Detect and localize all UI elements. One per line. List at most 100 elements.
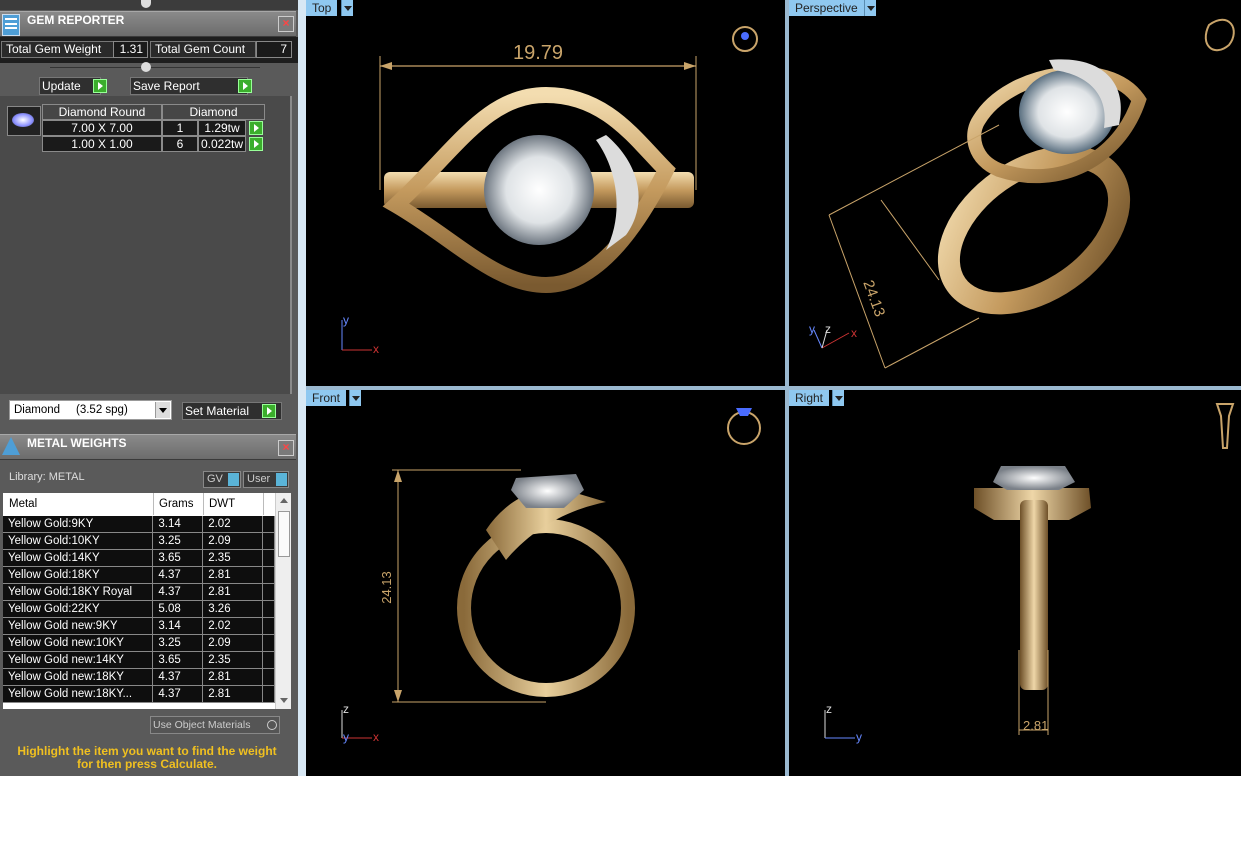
viewport-top[interactable]: Top 19.79 y x: [306, 0, 785, 386]
metal-row[interactable]: Yellow Gold:9KY 3.14 2.02: [3, 516, 275, 533]
update-button[interactable]: Update: [39, 77, 107, 95]
save-report-go-icon: [238, 79, 252, 93]
gem-row-weight[interactable]: 1.29tw: [198, 120, 246, 136]
metal-weights-icon: [2, 437, 20, 455]
top-splitter[interactable]: [0, 0, 298, 10]
metal-cell-metal: Yellow Gold new:9KY: [3, 617, 154, 635]
metal-cell-pad: [262, 532, 275, 550]
metal-cell-grams: 4.37: [152, 583, 204, 601]
gem-row-size[interactable]: 1.00 X 1.00: [42, 136, 162, 152]
metal-cell-pad: [262, 617, 275, 635]
gv-toggle[interactable]: GV: [203, 471, 241, 488]
metal-cell-dwt: 2.09: [202, 634, 264, 652]
metal-row[interactable]: Yellow Gold new:9KY 3.14 2.02: [3, 617, 275, 635]
ring-right-view: [824, 403, 1235, 739]
front-axis-x: x: [373, 730, 379, 744]
gem-reporter-close-icon[interactable]: ×: [278, 16, 294, 32]
gem-header-shape: Diamond Round: [42, 104, 162, 120]
metal-cell-pad: [262, 668, 275, 686]
metal-rows: Yellow Gold:9KY 3.14 2.02 Yellow Gold:10KY 3…: [3, 516, 275, 703]
metal-cell-dwt: 3.26: [202, 600, 264, 618]
gem-row-count[interactable]: 6: [162, 136, 198, 152]
metal-table-scrollbar[interactable]: [275, 493, 291, 709]
viewport-right[interactable]: Right 2.81 z y: [789, 390, 1241, 776]
gem-reporter-icon: [2, 14, 20, 36]
panel-splitter[interactable]: [298, 0, 306, 776]
checkbox-icon: [267, 720, 277, 730]
gem-row-size[interactable]: 7.00 X 7.00: [42, 120, 162, 136]
metal-cell-grams: 5.08: [152, 600, 204, 618]
gem-row-go-icon[interactable]: [249, 121, 263, 135]
perspective-axis-y: y: [809, 322, 815, 336]
metal-cell-metal: Yellow Gold:14KY: [3, 549, 154, 567]
metal-cell-metal: Yellow Gold new:14KY: [3, 651, 154, 669]
scrollbar-thumb[interactable]: [278, 511, 290, 557]
material-select[interactable]: Diamond (3.52 spg): [9, 400, 172, 420]
gem-header-type: Diamond: [162, 104, 265, 120]
gem-row-go-icon[interactable]: [249, 137, 263, 151]
update-go-icon: [93, 79, 107, 93]
gem-row-count[interactable]: 1: [162, 120, 198, 136]
metal-table: Metal Grams DWT Yellow Gold:9KY 3.14 2.02 Y…: [3, 493, 291, 709]
viewport-front[interactable]: Front 24.13 z y x: [306, 390, 785, 776]
col-grams[interactable]: Grams: [159, 498, 194, 510]
metal-cell-grams: 3.14: [152, 516, 204, 533]
top-dimension-label: 19.79: [513, 42, 564, 64]
save-report-button[interactable]: Save Report: [130, 77, 252, 95]
metal-row[interactable]: Yellow Gold:14KY 3.65 2.35: [3, 549, 275, 567]
update-label: Update: [42, 79, 81, 93]
front-axis-y: y: [343, 730, 349, 744]
metal-cell-pad: [262, 583, 275, 601]
metal-cell-grams: 4.37: [152, 685, 204, 703]
metal-cell-dwt: 2.81: [202, 566, 264, 584]
perspective-axis-z: z: [825, 322, 831, 336]
header-divider: [153, 493, 154, 515]
splitter-handle-icon[interactable]: [141, 0, 151, 8]
metal-cell-grams: 3.65: [152, 549, 204, 567]
user-toggle[interactable]: User: [243, 471, 289, 488]
left-panel: GEM REPORTER × Total Gem Weight 1.31 Tot…: [0, 0, 298, 776]
metal-row[interactable]: Yellow Gold:10KY 3.25 2.09: [3, 532, 275, 550]
header-divider: [203, 493, 204, 515]
metal-row[interactable]: Yellow Gold:22KY 5.08 3.26: [3, 600, 275, 618]
chevron-down-icon[interactable]: [155, 402, 170, 418]
metal-cell-dwt: 2.35: [202, 549, 264, 567]
use-object-materials-checkbox[interactable]: Use Object Materials: [150, 716, 280, 734]
library-label: Library: METAL: [9, 471, 85, 483]
metal-cell-metal: Yellow Gold:18KY: [3, 566, 154, 584]
metal-row[interactable]: Yellow Gold new:10KY 3.25 2.09: [3, 634, 275, 652]
splitter-knob-icon[interactable]: [141, 62, 151, 72]
metal-cell-pad: [262, 566, 275, 584]
gem-row-weight[interactable]: 0.022tw: [198, 136, 246, 152]
metal-row[interactable]: Yellow Gold new:14KY 3.65 2.35: [3, 651, 275, 669]
metal-row[interactable]: Yellow Gold new:18KY... 4.37 2.81: [3, 685, 275, 703]
gv-label: GV: [207, 473, 223, 485]
metal-weights-close-icon[interactable]: ×: [278, 440, 294, 456]
metal-row[interactable]: Yellow Gold:18KY Royal 4.37 2.81: [3, 583, 275, 601]
diamond-thumbnail-icon[interactable]: [7, 106, 41, 136]
total-gem-weight-value: 1.31: [113, 41, 148, 58]
total-gem-count-value: 7: [256, 41, 292, 58]
metal-cell-grams: 4.37: [152, 566, 204, 584]
metal-weights-title: METAL WEIGHTS: [27, 436, 127, 450]
set-material-button[interactable]: Set Material: [182, 402, 282, 420]
metal-cell-metal: Yellow Gold:22KY: [3, 600, 154, 618]
right-axis-z: z: [826, 702, 832, 716]
col-metal[interactable]: Metal: [9, 498, 37, 510]
metal-cell-pad: [262, 634, 275, 652]
right-axis-y: y: [856, 730, 862, 744]
viewport-perspective[interactable]: Perspective 24.13 y z x: [789, 0, 1241, 386]
metal-cell-dwt: 2.81: [202, 685, 264, 703]
col-dwt[interactable]: DWT: [209, 498, 235, 510]
metal-cell-pad: [262, 685, 275, 703]
metal-row[interactable]: Yellow Gold:18KY 4.37 2.81: [3, 566, 275, 584]
perspective-axis-x: x: [851, 326, 857, 340]
metal-cell-dwt: 2.81: [202, 583, 264, 601]
metal-cell-grams: 3.25: [152, 634, 204, 652]
front-axis-z: z: [343, 702, 349, 716]
top-axis-x: x: [373, 342, 379, 356]
viewport-divider-horizontal[interactable]: [306, 386, 1241, 390]
right-dimension-label: 2.81: [1023, 718, 1049, 733]
metal-cell-pad: [262, 549, 275, 567]
metal-row[interactable]: Yellow Gold new:18KY 4.37 2.81: [3, 668, 275, 686]
